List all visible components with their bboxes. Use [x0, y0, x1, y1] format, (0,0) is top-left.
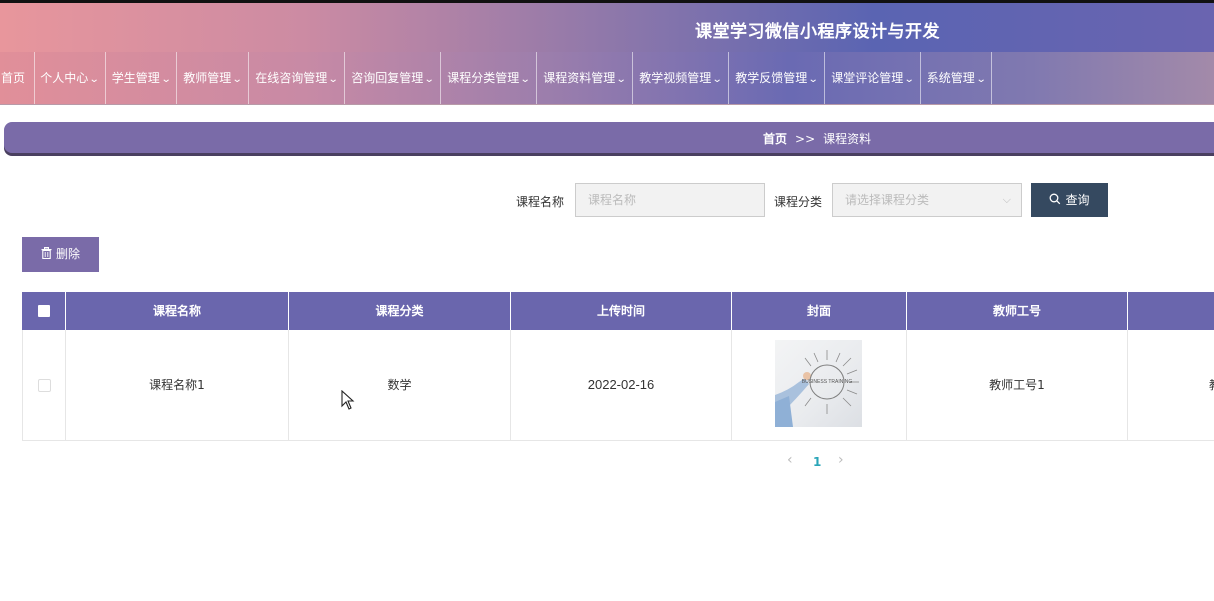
chevron-down-icon: ⌄ [904, 74, 915, 85]
pagination-prev[interactable]: ‹ [787, 452, 793, 468]
nav-item-label: 系统管理 [926, 71, 975, 85]
nav-item-label: 教学视频管理 [639, 71, 712, 85]
table-header: 课程名称 课程分类 上传时间 封面 教师工号 [22, 292, 1214, 330]
cell-category: 数学 [289, 330, 511, 440]
search-icon [1050, 193, 1061, 205]
mouse-pointer-icon [341, 390, 355, 410]
select-all-checkbox[interactable] [38, 305, 50, 317]
breadcrumb-current: 课程资料 [823, 132, 872, 146]
trash-icon [41, 247, 52, 260]
breadcrumb-separator: >> [795, 132, 816, 146]
nav-item-consult-reply-mgmt[interactable]: 咨询回复管理⌄ [345, 52, 441, 104]
nav-item-class-comment-mgmt[interactable]: 课堂评论管理⌄ [825, 52, 921, 104]
nav-item-online-consult-mgmt[interactable]: 在线咨询管理⌄ [249, 52, 345, 104]
nav-item-teaching-feedback-mgmt[interactable]: 教学反馈管理⌄ [729, 52, 825, 104]
chevron-down-icon: ⌄ [160, 74, 172, 85]
chevron-down-icon: ⌄ [328, 74, 339, 85]
pagination-next[interactable]: › [838, 452, 844, 468]
column-header-overflow [1128, 292, 1214, 330]
course-category-label: 课程分类 [774, 195, 823, 209]
cell-cover: BUSINESS TRAINING [732, 330, 907, 440]
course-name-label: 课程名称 [516, 195, 565, 209]
nav-item-course-material-mgmt[interactable]: 课程资料管理⌄ [537, 52, 633, 104]
cover-caption: BUSINESS TRAINING [802, 379, 853, 385]
chevron-down-icon: ⌄ [975, 74, 987, 85]
nav-item-label: 课堂评论管理 [831, 71, 904, 85]
cell-course-name: 课程名称1 [66, 330, 289, 440]
chevron-down-icon: ⌄ [424, 74, 435, 85]
cell-teacher-id: 教师工号1 [907, 330, 1128, 440]
nav-item-home[interactable]: 首页 [0, 52, 35, 104]
cell-upload-time: 2022-02-16 [511, 330, 732, 440]
select-all-cell [22, 292, 66, 330]
chevron-down-icon: ⌄ [232, 74, 243, 85]
chevron-down-icon: ⌄ [89, 74, 100, 85]
nav-item-teaching-video-mgmt[interactable]: 教学视频管理⌄ [633, 52, 729, 104]
row-select-cell [23, 330, 66, 440]
column-header-cover[interactable]: 封面 [732, 292, 907, 330]
breadcrumb: 首页 >> 课程资料 [763, 130, 871, 147]
query-button-label: 查询 [1065, 193, 1090, 207]
nav-item-label: 咨询回复管理 [351, 71, 424, 85]
breadcrumb-bar: 首页 >> 课程资料 [4, 122, 1214, 153]
nav-item-personal-center[interactable]: 个人中心⌄ [34, 52, 106, 104]
column-header-category[interactable]: 课程分类 [289, 292, 511, 330]
row-checkbox[interactable] [38, 379, 51, 392]
column-header-course-name[interactable]: 课程名称 [66, 292, 289, 330]
chevron-down-icon: ⌵ [1002, 193, 1011, 206]
breadcrumb-home-link[interactable]: 首页 [763, 132, 787, 146]
chevron-down-icon: ⌄ [808, 74, 819, 85]
cover-image[interactable]: BUSINESS TRAINING [775, 340, 862, 427]
pagination-page-1[interactable]: 1 [813, 455, 821, 469]
nav-item-student-mgmt[interactable]: 学生管理⌄ [106, 52, 177, 104]
nav-item-course-category-mgmt[interactable]: 课程分类管理⌄ [441, 52, 537, 104]
query-button[interactable]: 查询 [1031, 183, 1108, 217]
app-header: 课堂学习微信小程序设计与开发 [0, 3, 1214, 52]
app-title: 课堂学习微信小程序设计与开发 [695, 22, 940, 42]
business-training-illustration: BUSINESS TRAINING [775, 350, 859, 427]
course-category-placeholder: 请选择课程分类 [845, 193, 930, 207]
main-nav: 首页 个人中心⌄ 学生管理⌄ 教师管理⌄ 在线咨询管理⌄ 咨询回复管理⌄ 课程分… [0, 52, 1214, 104]
chevron-down-icon: ⌄ [712, 74, 723, 85]
nav-item-label: 教师管理 [183, 71, 232, 85]
delete-button-label: 删除 [55, 247, 80, 261]
column-header-upload-time[interactable]: 上传时间 [511, 292, 732, 330]
nav-item-label: 在线咨询管理 [255, 71, 328, 85]
nav-item-teacher-mgmt[interactable]: 教师管理⌄ [177, 52, 249, 104]
delete-button[interactable]: 删除 [22, 237, 99, 272]
course-category-select[interactable]: 请选择课程分类 ⌵ [832, 183, 1022, 217]
chevron-down-icon: ⌄ [520, 74, 531, 85]
nav-item-label: 个人中心 [40, 71, 89, 85]
chevron-down-icon: ⌄ [616, 74, 627, 85]
nav-item-label: 课程资料管理 [543, 71, 616, 85]
nav-item-label: 教学反馈管理 [735, 71, 808, 85]
nav-item-system-mgmt[interactable]: 系统管理⌄ [921, 52, 992, 104]
nav-item-label: 课程分类管理 [447, 71, 520, 85]
table-row[interactable]: 课程名称1 数学 2022-02-16 BUSINESS TRAINING 教师… [22, 330, 1214, 441]
cell-overflow: 教 [1128, 330, 1214, 440]
course-name-input[interactable]: 课程名称 [575, 183, 765, 217]
nav-item-label: 首页 [0, 71, 25, 85]
column-header-teacher-id[interactable]: 教师工号 [907, 292, 1128, 330]
nav-item-label: 学生管理 [111, 71, 160, 85]
course-name-placeholder: 课程名称 [588, 193, 637, 207]
